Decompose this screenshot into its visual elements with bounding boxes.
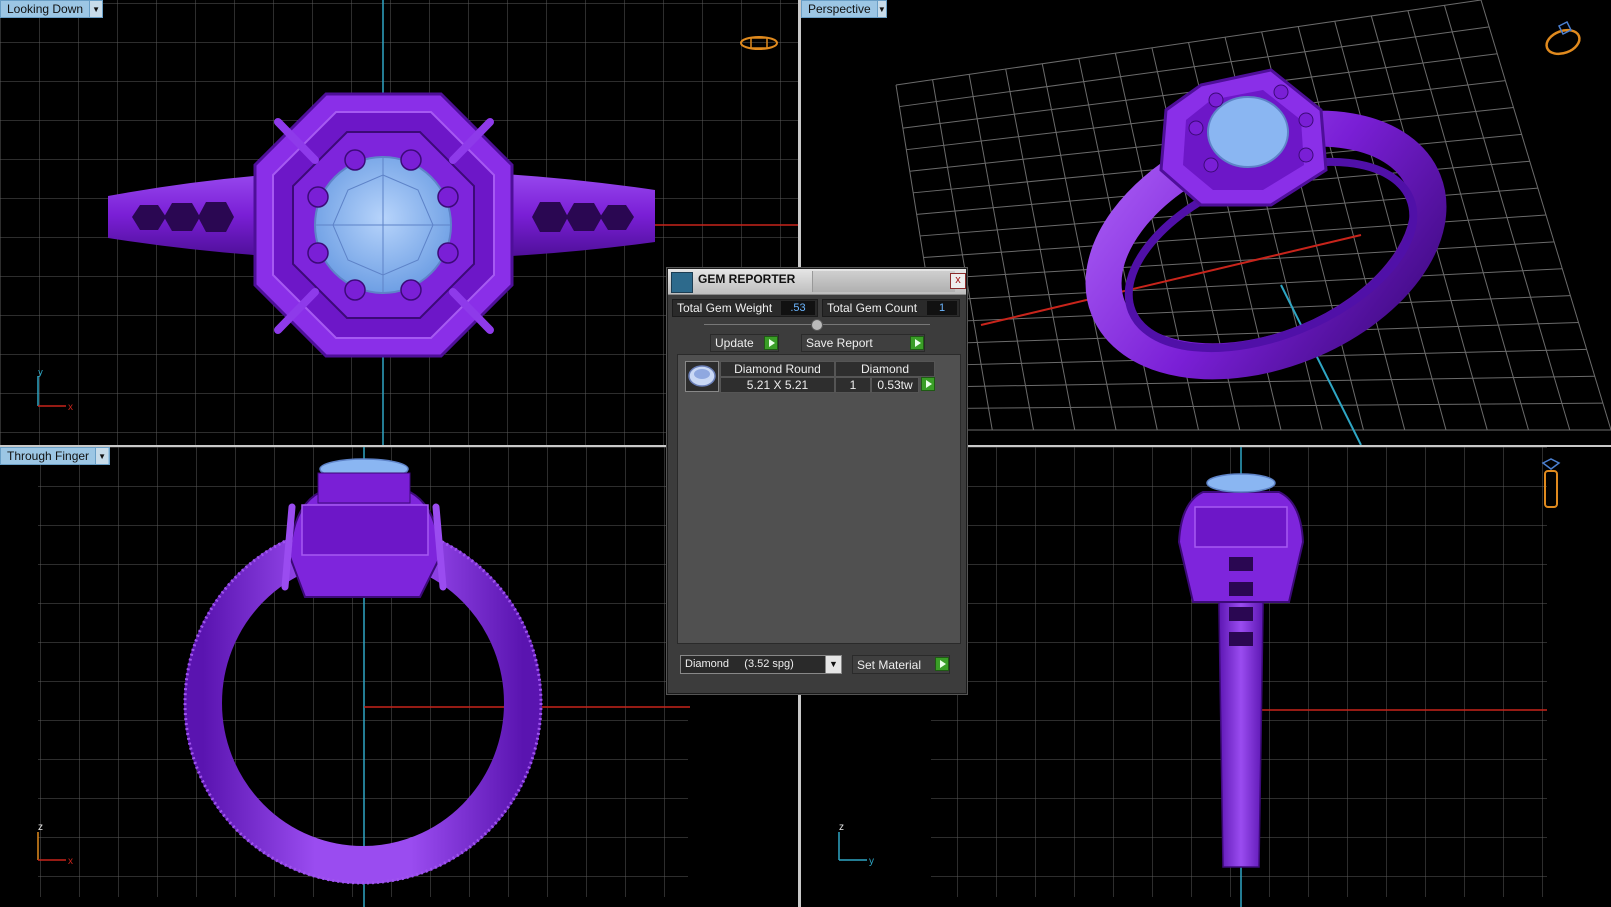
total-gem-count-label: Total Gem Count	[827, 301, 918, 315]
gem-reporter-titlebar[interactable]: GEM REPORTER x	[668, 269, 966, 295]
close-icon[interactable]: x	[950, 273, 966, 289]
total-gem-weight: Total Gem Weight .53	[672, 299, 818, 317]
ring-side-view-icon[interactable]	[1539, 457, 1563, 509]
perspective-grid-line	[1480, 0, 1611, 431]
save-report-label: Save Report	[806, 336, 873, 350]
perspective-grid-line	[933, 295, 1571, 323]
perspective-grid-line	[944, 375, 1595, 388]
perspective-grid-line	[1443, 5, 1571, 431]
play-arrow-icon	[921, 377, 935, 391]
viewport-label-looking-down[interactable]: Looking Down ▼	[0, 0, 103, 18]
gem-count: 1	[835, 377, 871, 393]
chevron-down-icon[interactable]: ▼	[825, 656, 841, 673]
total-gem-count: Total Gem Count 1	[822, 299, 960, 317]
gem-thumbnail-icon	[685, 361, 719, 392]
set-material-label: Set Material	[857, 657, 922, 672]
gem-name: Diamond Round	[720, 361, 835, 377]
play-arrow-icon	[935, 657, 949, 671]
viewport-label-text: Looking Down	[7, 2, 84, 16]
set-material-button[interactable]: Set Material	[852, 655, 950, 674]
gem-type: Diamond	[835, 361, 935, 377]
viewport-label-text: Through Finger	[7, 449, 90, 463]
ring-top-view-icon[interactable]	[738, 32, 780, 54]
material-select[interactable]: Diamond (3.52 spg) ▼	[680, 655, 842, 674]
axis-indicator-xz: z x	[37, 822, 73, 867]
chevron-down-icon[interactable]: ▼	[95, 448, 109, 464]
gem-size: 5.21 X 5.21	[720, 377, 835, 393]
update-label: Update	[715, 336, 754, 350]
viewport-label-through-finger[interactable]: Through Finger ▼	[0, 447, 110, 465]
viewport-label-text: Perspective	[808, 2, 871, 16]
ring-perspective-icon[interactable]	[1541, 18, 1585, 60]
perspective-grid-line	[923, 214, 1547, 258]
gem-weight: 0.53tw	[871, 377, 919, 393]
axis-label-z: z	[839, 822, 844, 833]
axis-indicator-yz: z y	[838, 822, 874, 867]
play-arrow-icon	[764, 336, 778, 350]
chevron-down-icon[interactable]: ▼	[876, 1, 886, 17]
gem-row-go-button[interactable]	[919, 377, 935, 393]
axis-label-z: z	[38, 822, 43, 833]
gem-reporter-panel: GEM REPORTER x Total Gem Weight .53 Tota…	[667, 268, 967, 694]
gem-list[interactable]: Diamond Round Diamond 5.21 X 5.21 1 0.53…	[677, 354, 961, 644]
perspective-grid-line	[1297, 26, 1406, 431]
viewport-label-perspective[interactable]: Perspective ▼	[801, 0, 887, 18]
material-select-value: Diamond (3.52 spg)	[685, 658, 794, 670]
axis-indicator-xy: y x	[37, 370, 73, 413]
gem-reporter-logo-icon	[671, 272, 693, 293]
titlebar-tab	[812, 271, 955, 292]
splitter-handle[interactable]	[811, 319, 823, 331]
save-report-button[interactable]: Save Report	[801, 334, 925, 352]
total-gem-weight-label: Total Gem Weight	[677, 301, 773, 315]
chevron-down-icon[interactable]: ▼	[89, 1, 102, 17]
update-button[interactable]: Update	[710, 334, 779, 352]
play-arrow-icon	[910, 336, 924, 350]
total-gem-weight-value: .53	[781, 301, 815, 315]
axis-label-x: x	[68, 402, 73, 413]
gem-reporter-title: GEM REPORTER	[698, 272, 796, 286]
axis-label-y: y	[38, 370, 43, 378]
axis-label-x: x	[68, 856, 73, 867]
total-gem-count-value: 1	[927, 301, 957, 315]
axis-label-y: y	[869, 856, 874, 867]
